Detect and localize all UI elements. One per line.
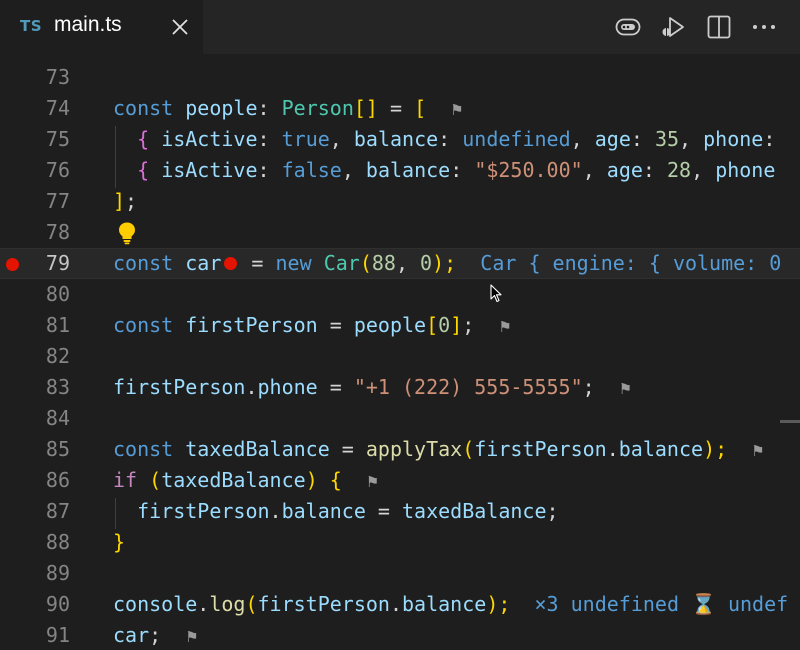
- line-number: 90: [45, 592, 70, 616]
- split-editor-icon[interactable]: [705, 13, 733, 41]
- code-editor[interactable]: 73 74 const people: Person[] = [ ⚑ 75 { …: [0, 54, 800, 650]
- line-number: 74: [45, 96, 70, 120]
- line-number: 91: [45, 623, 70, 647]
- line-number: 88: [45, 530, 70, 554]
- code-text: car; ⚑: [113, 623, 199, 647]
- code-text: const car = new Car(88, 0); Car { engine…: [113, 251, 782, 275]
- editor-tab-bar: TS main.ts: [0, 0, 800, 54]
- code-line: 90 console.log(firstPerson.balance); ×3 …: [0, 589, 800, 620]
- code-line: 89: [0, 558, 800, 589]
- line-number: 83: [45, 375, 70, 399]
- tab-filename: main.ts: [54, 13, 122, 36]
- line-number: 85: [45, 437, 70, 461]
- inline-value-hint: Car { engine: { volume: 0: [480, 251, 782, 275]
- code-line: 76 { isActive: false, balance: "$250.00"…: [0, 155, 800, 186]
- code-line: 80: [0, 279, 800, 310]
- line-number: 75: [45, 127, 70, 151]
- mouse-cursor-icon: [490, 284, 502, 303]
- line-number: 76: [45, 158, 70, 182]
- code-text: const firstPerson = people[0]; ⚑: [113, 313, 512, 337]
- code-text: { isActive: false, balance: "$250.00", a…: [137, 158, 776, 182]
- line-number: 79: [45, 251, 70, 275]
- code-line: 84: [0, 403, 800, 434]
- code-line: 82: [0, 341, 800, 372]
- code-text: console.log(firstPerson.balance); ×3 und…: [113, 592, 789, 616]
- code-text: { isActive: true, balance: undefined, ag…: [137, 127, 776, 151]
- flag-icon: ⚑: [450, 101, 464, 119]
- inline-breakpoint-icon[interactable]: [224, 256, 238, 270]
- scrollbar-marker[interactable]: [780, 420, 800, 423]
- flag-icon: ⚑: [498, 318, 512, 336]
- code-line: 73: [0, 62, 800, 93]
- line-number: 73: [45, 65, 70, 89]
- code-line: 78: [0, 217, 800, 248]
- tab-main-ts[interactable]: TS main.ts: [0, 0, 203, 54]
- close-icon[interactable]: [170, 17, 190, 37]
- code-line: 77 ];: [0, 186, 800, 217]
- code-line: 74 const people: Person[] = [ ⚑: [0, 93, 800, 124]
- line-number: 84: [45, 406, 70, 430]
- code-text: ];: [113, 189, 138, 213]
- code-line: 87 firstPerson.balance = taxedBalance;: [0, 496, 800, 527]
- flag-icon: ⚑: [618, 380, 633, 398]
- debug-console-icon[interactable]: [614, 13, 642, 41]
- code-text: const people: Person[] = [ ⚑: [113, 96, 464, 120]
- line-number: 86: [45, 468, 70, 492]
- code-line: 91 car; ⚑: [0, 620, 800, 650]
- line-number: 87: [45, 499, 70, 523]
- lightbulb-icon[interactable]: [117, 221, 137, 245]
- code-line: 75 { isActive: true, balance: undefined,…: [0, 124, 800, 155]
- line-number: 77: [45, 189, 70, 213]
- flag-icon: ⚑: [365, 473, 380, 491]
- code-line: 86 if (taxedBalance) { ⚑: [0, 465, 800, 496]
- inline-value-hint: ×3 undefined ⌛ undef: [534, 592, 789, 616]
- code-text: }: [113, 530, 126, 554]
- code-text: firstPerson.balance = taxedBalance;: [137, 499, 559, 523]
- code-line-current: 79 const car = new Car(88, 0); Car { eng…: [0, 248, 800, 279]
- code-line: 88 }: [0, 527, 800, 558]
- line-number: 89: [45, 561, 70, 585]
- line-number: 80: [45, 282, 70, 306]
- code-line: 85 const taxedBalance = applyTax(firstPe…: [0, 434, 800, 465]
- line-number: 78: [45, 220, 70, 244]
- code-text: const taxedBalance = applyTax(firstPerso…: [113, 437, 765, 461]
- run-debug-icon[interactable]: [659, 13, 687, 41]
- code-line: 83 firstPerson.phone = "+1 (222) 555-555…: [0, 372, 800, 403]
- code-text: firstPerson.phone = "+1 (222) 555-5555";…: [113, 375, 633, 399]
- more-actions-icon[interactable]: [750, 13, 778, 41]
- typescript-file-icon: TS: [20, 17, 43, 35]
- flag-icon: ⚑: [185, 628, 199, 646]
- code-line: 81 const firstPerson = people[0]; ⚑: [0, 310, 800, 341]
- line-number: 81: [45, 313, 70, 337]
- line-number: 82: [45, 344, 70, 368]
- code-text: if (taxedBalance) { ⚑: [113, 468, 380, 492]
- flag-icon: ⚑: [751, 442, 765, 460]
